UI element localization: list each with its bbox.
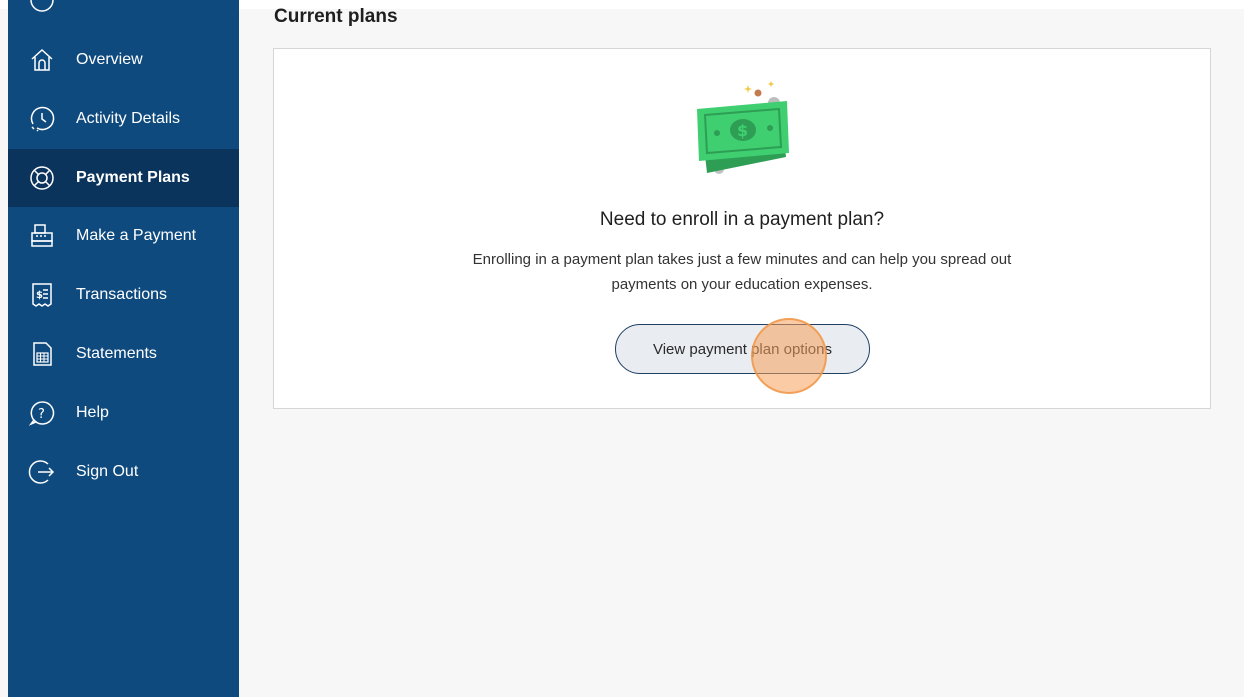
- sidebar-item-label: Help: [76, 404, 109, 421]
- sidebar-item-partial-icon: [28, 0, 56, 14]
- sign-out-icon: [28, 458, 56, 486]
- page-title: Current plans: [274, 6, 398, 27]
- sidebar: Overview Activity Details Payment Plans …: [8, 0, 239, 697]
- svg-text:$: $: [737, 121, 748, 140]
- svg-text:$: $: [36, 290, 43, 301]
- sidebar-item-help[interactable]: ? Help: [8, 384, 239, 442]
- svg-text:?: ?: [38, 407, 45, 422]
- card-description: Enrolling in a payment plan takes just a…: [472, 251, 1012, 293]
- receipt-icon: $: [28, 281, 56, 309]
- sidebar-item-label: Transactions: [76, 286, 167, 303]
- document-icon: [28, 340, 56, 368]
- money-icon: $: [693, 79, 793, 179]
- sidebar-item-overview[interactable]: Overview: [8, 31, 239, 89]
- enroll-card: $ Need to enroll in a payment plan? Enro…: [273, 48, 1211, 409]
- lifebuoy-icon: [28, 164, 56, 192]
- app-window: Overview Activity Details Payment Plans …: [0, 0, 1244, 697]
- register-icon: [28, 222, 56, 250]
- sidebar-item-activity-details[interactable]: Activity Details: [8, 90, 239, 148]
- sidebar-item-label: Make a Payment: [76, 227, 197, 244]
- sidebar-item-statements[interactable]: Statements: [8, 325, 239, 383]
- sidebar-item-label: Sign Out: [76, 463, 139, 480]
- help-icon: ?: [28, 399, 56, 427]
- sidebar-item-payment-plans[interactable]: Payment Plans: [8, 149, 239, 207]
- sidebar-item-make-a-payment[interactable]: Make a Payment: [8, 207, 239, 265]
- clock-icon: [28, 105, 56, 133]
- sidebar-item-label: Overview: [76, 51, 143, 68]
- home-icon: [28, 46, 56, 74]
- sidebar-item-transactions[interactable]: $ Transactions: [8, 266, 239, 324]
- sidebar-item-label: Statements: [76, 345, 157, 362]
- view-payment-plan-options-button[interactable]: View payment plan options: [615, 324, 870, 374]
- sidebar-item-label: Payment Plans: [76, 169, 190, 186]
- sidebar-item-sign-out[interactable]: Sign Out: [8, 443, 239, 501]
- sidebar-item-label: Activity Details: [76, 110, 181, 127]
- card-heading: Need to enroll in a payment plan?: [599, 209, 885, 230]
